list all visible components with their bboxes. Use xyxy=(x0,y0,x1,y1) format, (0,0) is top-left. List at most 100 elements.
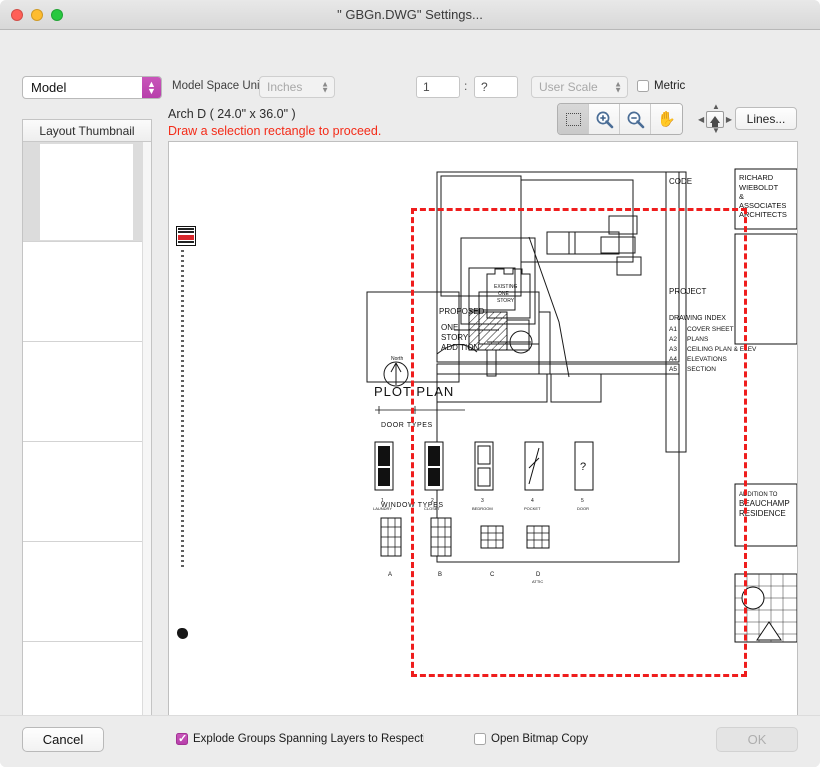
svg-text:CEILING PLAN & ELEV: CEILING PLAN & ELEV xyxy=(687,346,757,353)
list-item[interactable] xyxy=(23,442,151,542)
chevron-updown-icon: ▲ ▼ xyxy=(321,79,329,94)
svg-text:COVER SHEET: COVER SHEET xyxy=(687,326,734,333)
lines-button[interactable]: Lines... xyxy=(735,107,797,130)
svg-text:North: North xyxy=(391,356,403,362)
svg-text:CODE: CODE xyxy=(669,177,692,186)
origin-home-icon[interactable] xyxy=(706,111,724,128)
svg-text:BEDROOM: BEDROOM xyxy=(472,506,493,511)
scale-numerator-input[interactable]: 1 xyxy=(416,76,460,98)
layout-thumbnail-list[interactable] xyxy=(23,142,151,738)
pan-hand-tool[interactable]: ✋ xyxy=(651,104,682,134)
arrow-left-icon[interactable]: ◀ xyxy=(698,116,704,124)
zoom-out-tool[interactable] xyxy=(620,104,651,134)
svg-text:4: 4 xyxy=(531,498,534,504)
svg-text:A2: A2 xyxy=(669,336,677,343)
open-bitmap-copy-checkbox[interactable]: Open Bitmap Copy xyxy=(474,733,588,745)
arrow-up-icon[interactable]: ▲ xyxy=(712,103,720,111)
layout-select[interactable]: Model ▲ ▼ xyxy=(22,76,162,99)
origin-nudge-control[interactable]: ▲ ▼ ◀ ▶ xyxy=(698,102,732,136)
plot-plan-label: PLOT PLAN xyxy=(374,384,454,399)
user-scale-value: User Scale xyxy=(539,80,598,94)
scale-separator: : xyxy=(464,79,468,93)
thumbnail-preview xyxy=(40,144,133,240)
units-select-value: Inches xyxy=(267,80,303,94)
svg-text:ONE: ONE xyxy=(498,291,510,297)
view-tools-group: ✋ xyxy=(557,103,683,135)
ok-button[interactable]: OK xyxy=(716,727,798,752)
svg-text:?: ? xyxy=(580,461,586,473)
svg-text:A: A xyxy=(388,572,392,578)
sheet-size-label: Arch D ( 24.0" x 36.0" ) xyxy=(168,107,296,121)
svg-text:A4: A4 xyxy=(669,356,677,363)
hand-icon: ✋ xyxy=(657,111,676,128)
svg-text:5: 5 xyxy=(581,498,584,504)
metric-label: Metric xyxy=(654,80,686,92)
list-item[interactable] xyxy=(23,342,151,442)
svg-text:PLANS: PLANS xyxy=(687,336,709,343)
svg-text:WIEBOLDT: WIEBOLDT xyxy=(739,183,779,192)
window-title: " GBGn.DWG" Settings... xyxy=(337,7,483,22)
chevron-updown-icon: ▲ ▼ xyxy=(614,79,622,94)
svg-text:&: & xyxy=(739,192,744,201)
arrow-right-icon[interactable]: ▶ xyxy=(726,116,732,124)
svg-text:C: C xyxy=(490,572,495,578)
layout-select-value: Model xyxy=(31,80,67,95)
dialog-body: Model ▲ ▼ Model Space Units Inches ▲ ▼ 1 :… xyxy=(0,30,820,767)
svg-text:2: 2 xyxy=(431,498,434,504)
cad-drawing: PLOT PLAN North PROPOSED ONE STORY ADDIT… xyxy=(366,168,797,643)
units-select[interactable]: Inches ▲ ▼ xyxy=(259,76,335,98)
selection-warning: Draw a selection rectangle to proceed. xyxy=(168,124,382,138)
svg-text:STORY: STORY xyxy=(497,298,515,304)
svg-text:ARCHITECTS: ARCHITECTS xyxy=(739,210,787,219)
svg-text:A1: A1 xyxy=(669,326,677,333)
svg-text:ONE: ONE xyxy=(441,323,458,332)
zoom-in-icon xyxy=(596,111,613,128)
arrow-down-icon[interactable]: ▼ xyxy=(712,127,720,135)
svg-text:SECTION: SECTION xyxy=(687,366,716,373)
svg-text:B: B xyxy=(438,572,442,578)
cancel-button[interactable]: Cancel xyxy=(22,727,104,752)
explode-groups-label: Explode Groups Spanning Layers to Respec… xyxy=(193,733,424,745)
svg-text:A5: A5 xyxy=(669,366,677,373)
svg-text:BEAUCHAMP: BEAUCHAMP xyxy=(739,499,790,508)
scale-denominator-input[interactable]: ? xyxy=(474,76,518,98)
svg-text:ATTIC: ATTIC xyxy=(532,579,543,584)
chevron-updown-icon[interactable]: ▲ ▼ xyxy=(142,77,161,98)
layout-thumbnail-panel: Layout Thumbnail xyxy=(22,119,152,739)
svg-text:RICHARD: RICHARD xyxy=(739,173,774,182)
metric-checkbox[interactable]: Metric xyxy=(637,80,685,92)
svg-text:ASSOCIATES: ASSOCIATES xyxy=(739,201,786,210)
model-space-units-label: Model Space Units xyxy=(172,80,269,92)
svg-text:DRAWING INDEX: DRAWING INDEX xyxy=(669,315,726,322)
list-item[interactable] xyxy=(23,142,151,242)
dwg-settings-window: " GBGn.DWG" Settings... Model ▲ ▼ Model S… xyxy=(0,0,820,767)
svg-text:ADDITION TO: ADDITION TO xyxy=(739,492,778,498)
svg-text:CLOSET: CLOSET xyxy=(424,506,441,511)
checkbox-box-icon xyxy=(176,733,188,745)
marquee-icon xyxy=(565,112,581,126)
svg-text:ELEVATIONS: ELEVATIONS xyxy=(687,356,728,363)
thumbnail-scrollbar[interactable] xyxy=(142,142,151,738)
svg-text:LAUNDRY: LAUNDRY xyxy=(373,506,392,511)
explode-groups-checkbox[interactable]: Explode Groups Spanning Layers to Respec… xyxy=(176,733,424,745)
open-bitmap-copy-label: Open Bitmap Copy xyxy=(491,733,589,745)
title-bar: " GBGn.DWG" Settings... xyxy=(0,0,820,30)
user-scale-select[interactable]: User Scale ▲ ▼ xyxy=(531,76,628,98)
svg-text:EXISTING: EXISTING xyxy=(494,284,517,290)
list-item[interactable] xyxy=(23,542,151,642)
checkbox-box-icon xyxy=(637,80,649,92)
svg-text:ADDITION: ADDITION xyxy=(441,343,479,352)
marquee-select-tool[interactable] xyxy=(558,104,589,134)
svg-text:STORY: STORY xyxy=(441,333,469,342)
svg-text:DOOR TYPES: DOOR TYPES xyxy=(381,422,433,429)
svg-text:RESIDENCE: RESIDENCE xyxy=(739,509,786,518)
svg-text:POCKET: POCKET xyxy=(524,506,541,511)
zoom-out-icon xyxy=(627,111,644,128)
svg-text:3: 3 xyxy=(481,498,484,504)
svg-text:D: D xyxy=(536,572,541,578)
zoom-in-tool[interactable] xyxy=(589,104,620,134)
svg-text:PROJECT: PROJECT xyxy=(669,287,706,296)
drawing-canvas[interactable]: PLOT PLAN North PROPOSED ONE STORY ADDIT… xyxy=(168,141,798,739)
svg-text:A3: A3 xyxy=(669,346,677,353)
list-item[interactable] xyxy=(23,242,151,342)
